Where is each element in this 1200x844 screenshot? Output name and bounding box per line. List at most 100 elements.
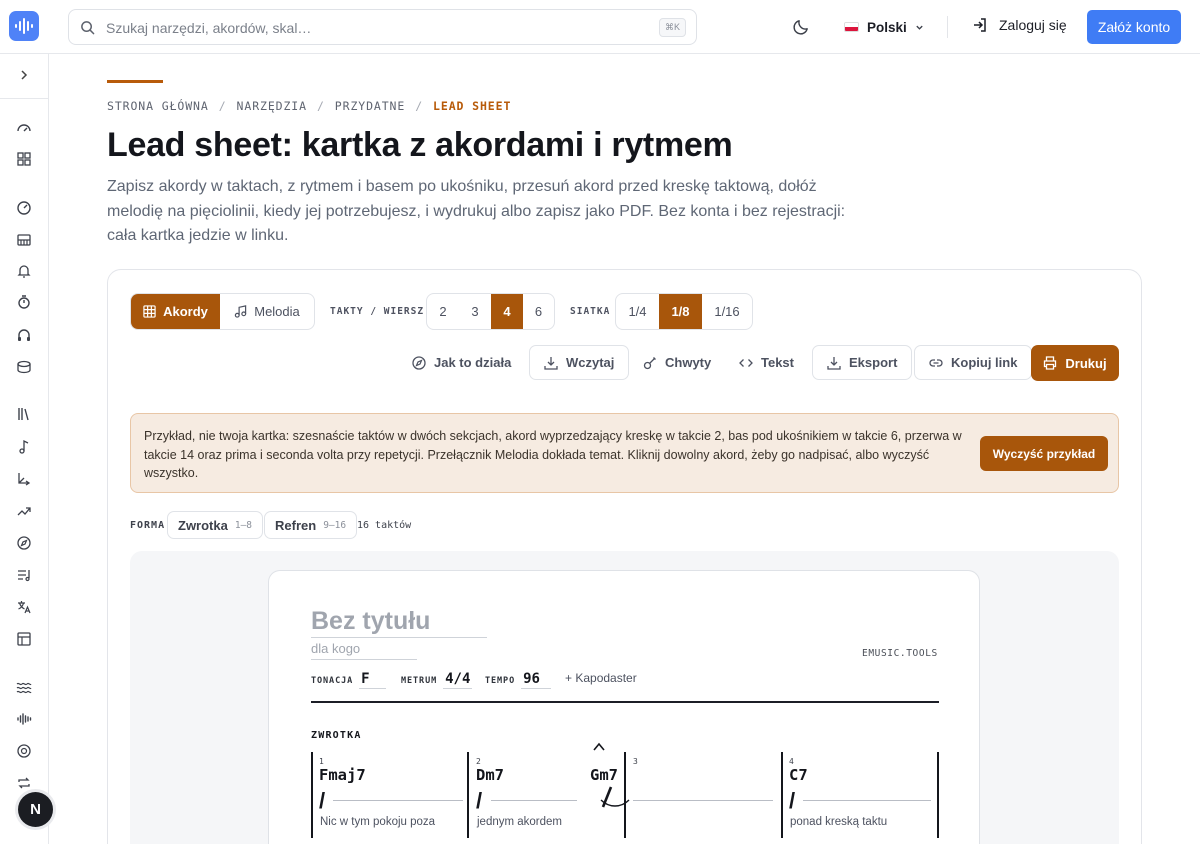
note-icon[interactable] <box>16 439 32 455</box>
example-notice: Przykład, nie twoja kartka: szesnaście t… <box>130 413 1119 493</box>
key-label: TONACJA <box>311 676 354 686</box>
export-label: Eksport <box>849 355 898 370</box>
lyric[interactable]: ponad kreską taktu <box>790 816 887 828</box>
export-icon <box>827 356 841 370</box>
chord[interactable]: C7 <box>789 766 808 784</box>
rhythm-slash[interactable]: / <box>789 788 795 814</box>
sidebar: N <box>0 54 53 844</box>
header-divider <box>947 16 948 38</box>
chevron-down-icon <box>916 25 923 30</box>
section-heading: ZWROTKA <box>311 730 362 741</box>
tempo-field[interactable]: TEMPO 96 <box>485 671 552 689</box>
section-pill-verse[interactable]: Zwrotka 1–8 <box>167 511 264 539</box>
expand-sidebar-icon[interactable] <box>17 68 31 82</box>
lead-sheet: Bez tytułu dla kogo EMUSIC.TOOLS TONACJA… <box>268 570 980 844</box>
section-name: Zwrotka <box>178 517 228 533</box>
circle-of-fifths-icon[interactable] <box>16 743 32 759</box>
table-icon[interactable] <box>16 631 32 647</box>
interval-icon[interactable] <box>16 471 32 487</box>
mode-toggle: Akordy Melodia <box>130 293 315 330</box>
language-selector[interactable]: Polski <box>836 0 936 54</box>
rhythm-slash[interactable]: / <box>319 788 325 814</box>
chord[interactable]: Dm7 <box>476 766 504 784</box>
grid-option-eighth[interactable]: 1/8 <box>659 294 702 329</box>
grid-icon[interactable] <box>16 151 32 167</box>
bars-option-2[interactable]: 2 <box>427 294 459 329</box>
bars-option-6[interactable]: 6 <box>523 294 554 329</box>
mode-chords-tab[interactable]: Akordy <box>131 294 220 329</box>
breadcrumb-useful[interactable]: PRZYDATNE <box>335 99 405 113</box>
bell-icon[interactable] <box>16 263 32 279</box>
app-logo[interactable] <box>9 11 39 41</box>
beat-line <box>333 800 463 801</box>
lyric[interactable]: Nic w tym pokoju poza <box>320 816 435 828</box>
section-pill-chorus[interactable]: Refren 9–16 <box>264 511 358 539</box>
trend-icon[interactable] <box>16 503 32 519</box>
rhythm-slash[interactable]: / <box>476 788 482 814</box>
bars-per-row-label: TAKTY / WIERSZ <box>330 306 425 317</box>
section-range: 1–8 <box>234 519 253 531</box>
grips-button[interactable]: Chwyty <box>643 345 711 380</box>
waves-icon[interactable] <box>16 679 32 695</box>
sheet-title-input[interactable]: Bez tytułu <box>311 607 487 638</box>
search-input[interactable] <box>106 17 646 39</box>
chord[interactable]: Fmaj7 <box>319 766 366 784</box>
load-button[interactable]: Wczytaj <box>529 345 630 380</box>
sheet-for-input[interactable]: dla kogo <box>311 641 417 660</box>
key-field[interactable]: TONACJA F <box>311 671 387 689</box>
language-label: Polski <box>867 19 907 35</box>
moon-icon[interactable] <box>793 18 810 35</box>
tie-slash-icon <box>600 786 630 808</box>
login-link[interactable]: Zaloguj się <box>972 17 1067 33</box>
playlist-icon[interactable] <box>16 567 32 583</box>
grid-option-quarter[interactable]: 1/4 <box>616 294 659 329</box>
meter-label: METRUM <box>401 676 438 686</box>
tempo-value: 96 <box>521 671 552 689</box>
waveform-icon[interactable] <box>16 711 32 727</box>
lyric[interactable]: jednym akordem <box>477 816 562 828</box>
compass-icon <box>412 355 426 370</box>
headphones-icon[interactable] <box>16 327 32 343</box>
breadcrumb-home[interactable]: STRONA GŁÓWNA <box>107 99 209 113</box>
grid-label: SIATKA <box>570 306 611 317</box>
signup-button[interactable]: Załóż konto <box>1087 10 1181 44</box>
meter-value: 4/4 <box>443 671 473 689</box>
compass-icon[interactable] <box>16 535 32 551</box>
text-label: Tekst <box>761 355 794 370</box>
grid-option-sixteenth[interactable]: 1/16 <box>702 294 752 329</box>
bars-option-4[interactable]: 4 <box>491 294 523 329</box>
drum-icon[interactable] <box>16 359 32 375</box>
push-accent-icon <box>593 742 605 751</box>
avatar[interactable]: N <box>18 792 53 827</box>
clear-example-button[interactable]: Wyczyść przykład <box>980 436 1108 471</box>
timer-icon[interactable] <box>16 294 32 310</box>
print-button[interactable]: Drukuj <box>1031 345 1119 381</box>
translate-icon[interactable] <box>16 599 32 615</box>
piano-icon[interactable] <box>16 232 32 248</box>
export-button[interactable]: Eksport <box>812 345 913 380</box>
print-label: Drukuj <box>1065 355 1107 371</box>
page-lead: Zapisz akordy w taktach, z rytmem i base… <box>107 178 846 244</box>
search-icon <box>81 21 95 35</box>
total-bars: 16 taktów <box>357 520 412 531</box>
search-box[interactable]: ⌘K <box>68 9 697 45</box>
add-capo-button[interactable]: + Kapodaster <box>565 671 637 685</box>
gauge-icon[interactable] <box>16 120 32 136</box>
breadcrumb-separator: / <box>218 99 227 113</box>
breadcrumb-tools[interactable]: NARZĘDZIA <box>237 99 307 113</box>
copy-link-button[interactable]: Kopiuj link <box>914 345 1033 380</box>
how-it-works-label: Jak to działa <box>434 355 512 370</box>
meter-field[interactable]: METRUM 4/4 <box>401 671 473 689</box>
repeat-icon[interactable] <box>16 775 32 791</box>
mode-melody-tab[interactable]: Melodia <box>220 294 314 329</box>
search-shortcut: ⌘K <box>658 18 686 37</box>
code-icon <box>739 358 753 367</box>
bars-option-3[interactable]: 3 <box>459 294 491 329</box>
tempo-label: TEMPO <box>485 676 516 686</box>
section-range: 9–16 <box>323 519 347 531</box>
barline <box>937 752 939 838</box>
text-button[interactable]: Tekst <box>739 345 794 380</box>
metronome-icon[interactable] <box>16 200 32 216</box>
how-it-works-button[interactable]: Jak to działa <box>412 345 511 380</box>
library-icon[interactable] <box>16 406 32 422</box>
